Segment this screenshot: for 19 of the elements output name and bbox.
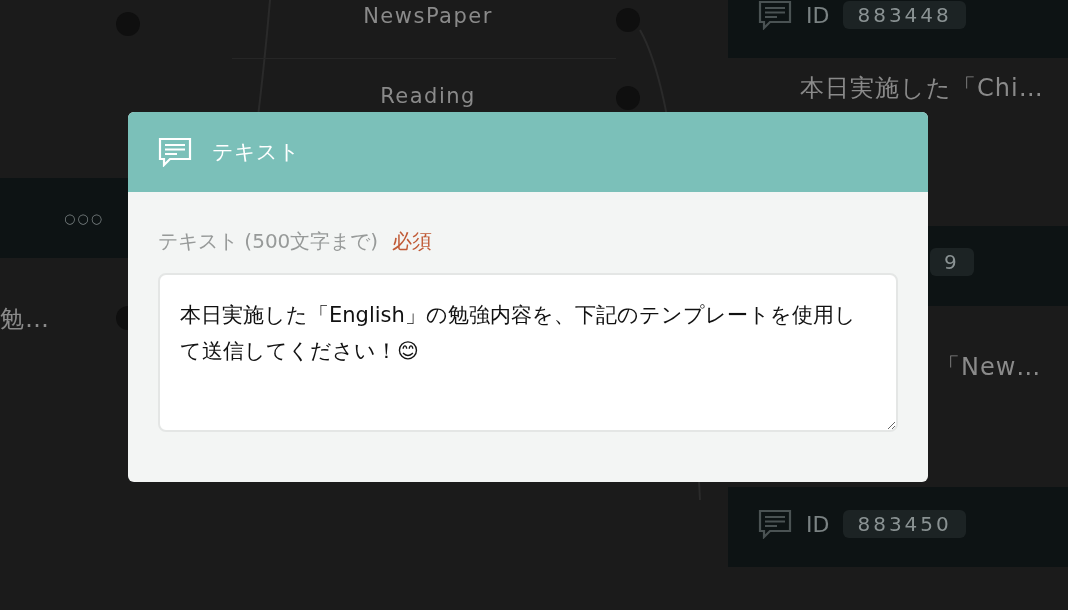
required-label: 必須 [392,228,433,255]
node-excerpt: 勉… [0,304,50,335]
option-label: NewsPaper [362,4,494,28]
text-field[interactable]: 本日実施した「English」の勉強内容を、下記のテンプレートを使用して送信してください！😊 [158,273,898,432]
comment-icon [158,137,192,167]
node-id: 883448 [843,1,966,29]
node-id: 883450 [843,510,966,538]
comment-icon [758,0,792,30]
comment-icon [758,509,792,539]
id-label: ID [806,2,830,28]
dialog-title: テキスト [212,139,300,166]
id-label: ID [806,511,830,537]
node-excerpt: 「New… [936,352,1042,383]
field-label: テキスト (500文字まで) [158,228,379,255]
option-label: Reading [379,84,477,108]
connection-port[interactable] [616,8,640,32]
more-icon[interactable]: ○○○ [64,210,104,226]
node-excerpt: 本日実施した「Chi… [800,73,1044,104]
node-id: 9 [930,248,974,276]
